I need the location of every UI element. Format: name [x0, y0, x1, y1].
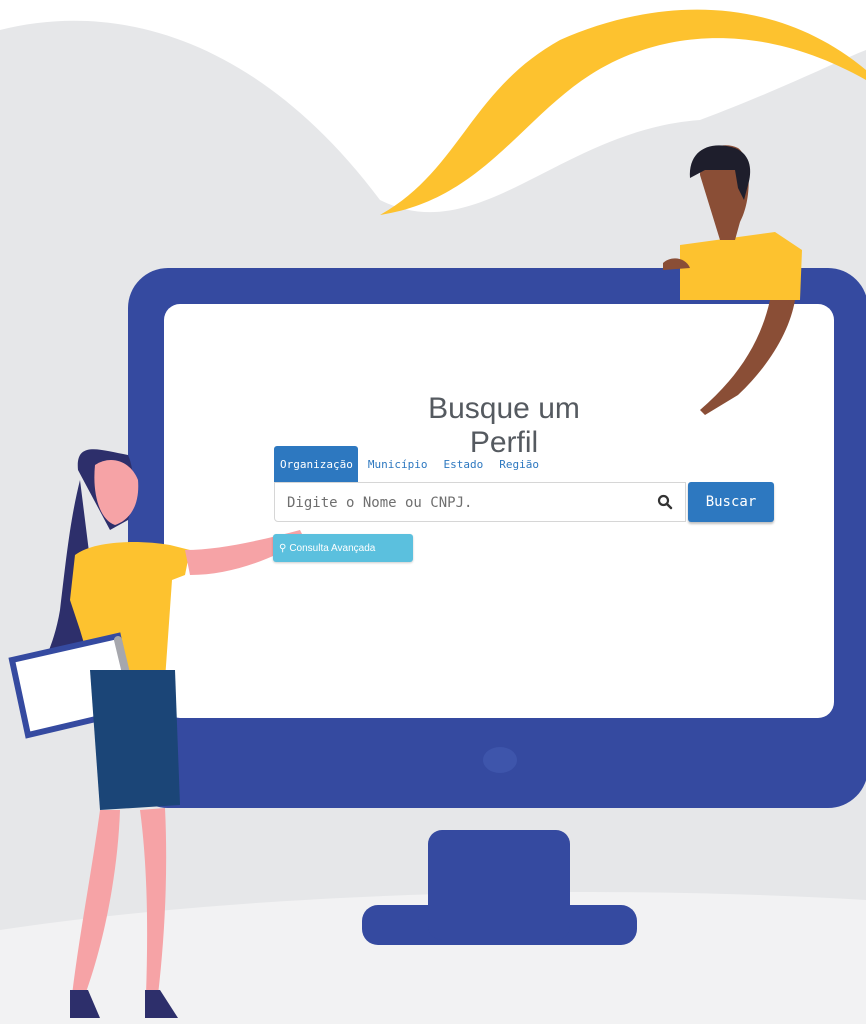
monitor-stand-neck [428, 830, 570, 940]
magnifier-icon: ⚲ [279, 542, 287, 554]
tab-estado[interactable]: Estado [435, 446, 491, 482]
search-input[interactable] [285, 483, 649, 523]
monitor-power-icon [483, 747, 517, 773]
advanced-search-button[interactable]: ⚲ Consulta Avançada [273, 534, 413, 562]
tab-organizacao[interactable]: Organização [274, 446, 358, 482]
search-tabs: Organização Município Estado Região [274, 446, 547, 482]
advanced-search-label: Consulta Avançada [289, 542, 376, 554]
tab-regiao[interactable]: Região [491, 446, 547, 482]
search-field-wrapper [274, 482, 686, 523]
tab-municipio[interactable]: Município [360, 446, 436, 482]
search-icon[interactable] [657, 494, 673, 510]
search-button[interactable]: Buscar [688, 482, 774, 522]
search-profile-widget: Busque um Perfil Organização Município E… [164, 304, 834, 718]
